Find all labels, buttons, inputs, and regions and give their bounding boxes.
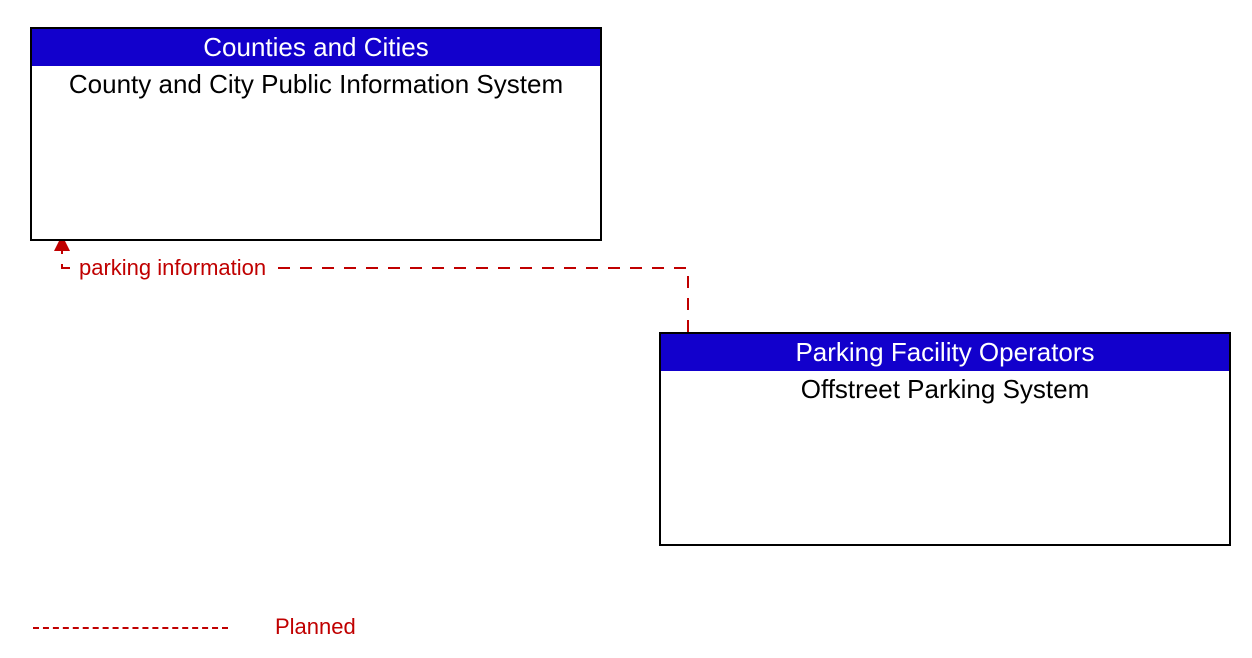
box-county-city-header: Counties and Cities <box>32 29 600 66</box>
legend-line-planned <box>33 627 228 629</box>
flow-label-parking-information: parking information <box>75 255 270 281</box>
box-parking-operators-body: Offstreet Parking System <box>661 371 1229 409</box>
box-county-city-body: County and City Public Information Syste… <box>32 66 600 104</box>
box-parking-operators-header: Parking Facility Operators <box>661 334 1229 371</box>
box-parking-operators: Parking Facility Operators Offstreet Par… <box>659 332 1231 546</box>
legend-text-planned: Planned <box>275 614 356 640</box>
box-county-city: Counties and Cities County and City Publ… <box>30 27 602 241</box>
